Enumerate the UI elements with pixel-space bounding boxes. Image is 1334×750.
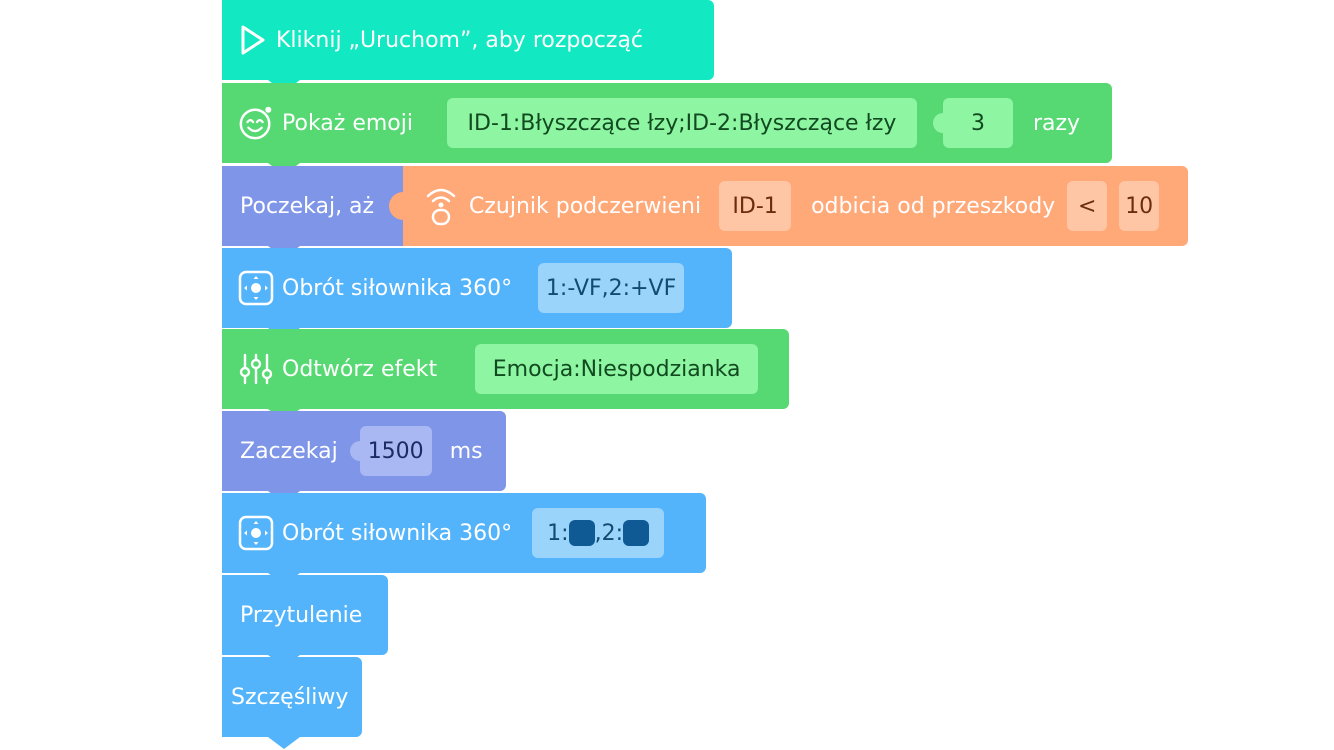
happy-block[interactable]: Szczęśliwy [222,657,362,749]
start-block[interactable]: Kliknij „Uruchom”, aby rozpocząć [222,0,714,92]
wait-until-label: Poczekaj, aż [240,193,375,219]
servo-2-prefix-1: 1: [547,520,569,546]
servo-label-1: Obrót siłownika 360° [282,275,513,301]
play-effect-block[interactable]: Odtwórz efekt Emocja:Niespodzianka [222,329,789,421]
equalizer-icon [238,351,274,387]
start-label: Kliknij „Uruchom”, aby rozpocząć [276,27,644,53]
emoji-select-field[interactable]: ID-1:Błyszczące łzy;ID-2:Błyszczące łzy [446,98,917,148]
show-emoji-label: Pokaż emoji [282,110,413,136]
wait-label: Zaczekaj [240,438,338,464]
play-effect-label: Odtwórz efekt [282,356,438,382]
wait-unit-label: ms [449,438,483,464]
effect-select-field[interactable]: Emocja:Niespodzianka [475,344,759,394]
emoji-count-field[interactable]: 3 [942,98,1013,148]
threshold-field[interactable]: 10 [1119,181,1160,231]
infrared-sensor-icon [421,188,461,226]
servo-2-prefix-2: ,2: [594,520,623,546]
wait-until-block[interactable]: Poczekaj, aż [222,166,412,258]
play-icon [238,22,268,58]
servo-value-field-2[interactable]: 1: ,2: [532,508,665,558]
sensor-id-field[interactable]: ID-1 [719,181,792,231]
wait-duration-field[interactable]: 1500 [359,426,432,476]
infrared-sensor-reporter[interactable]: Czujnik podczerwieni ID-1 odbicia od prz… [389,166,1188,246]
show-emoji-block[interactable]: Pokaż emoji ID-1:Błyszczące łzy;ID-2:Bły… [222,83,1112,175]
happy-label: Szczęśliwy [231,684,349,710]
wait-ms-block[interactable]: Zaczekaj 1500 ms [222,411,506,503]
servo-rotate-block-2[interactable]: Obrót siłownika 360° 1: ,2: [222,493,706,585]
operator-field[interactable]: < [1067,181,1108,231]
servo-icon [238,270,274,306]
servo-rotate-block-1[interactable]: Obrót siłownika 360° 1:-VF,2:+VF [222,248,732,340]
sensor-label: Czujnik podczerwieni [469,193,702,219]
servo-icon [238,515,274,551]
sensor-mode-label: odbicia od przeszkody [811,193,1056,219]
servo-value-field-1[interactable]: 1:-VF,2:+VF [538,263,685,313]
servo-1-speed-swatch[interactable] [568,520,595,546]
emoji-count-suffix: razy [1032,110,1081,136]
servo-label-2: Obrót siłownika 360° [282,520,513,546]
servo-2-speed-swatch[interactable] [622,520,649,546]
emoji-face-icon [238,105,274,141]
hug-label: Przytulenie [240,602,363,628]
hug-block[interactable]: Przytulenie [222,575,388,667]
